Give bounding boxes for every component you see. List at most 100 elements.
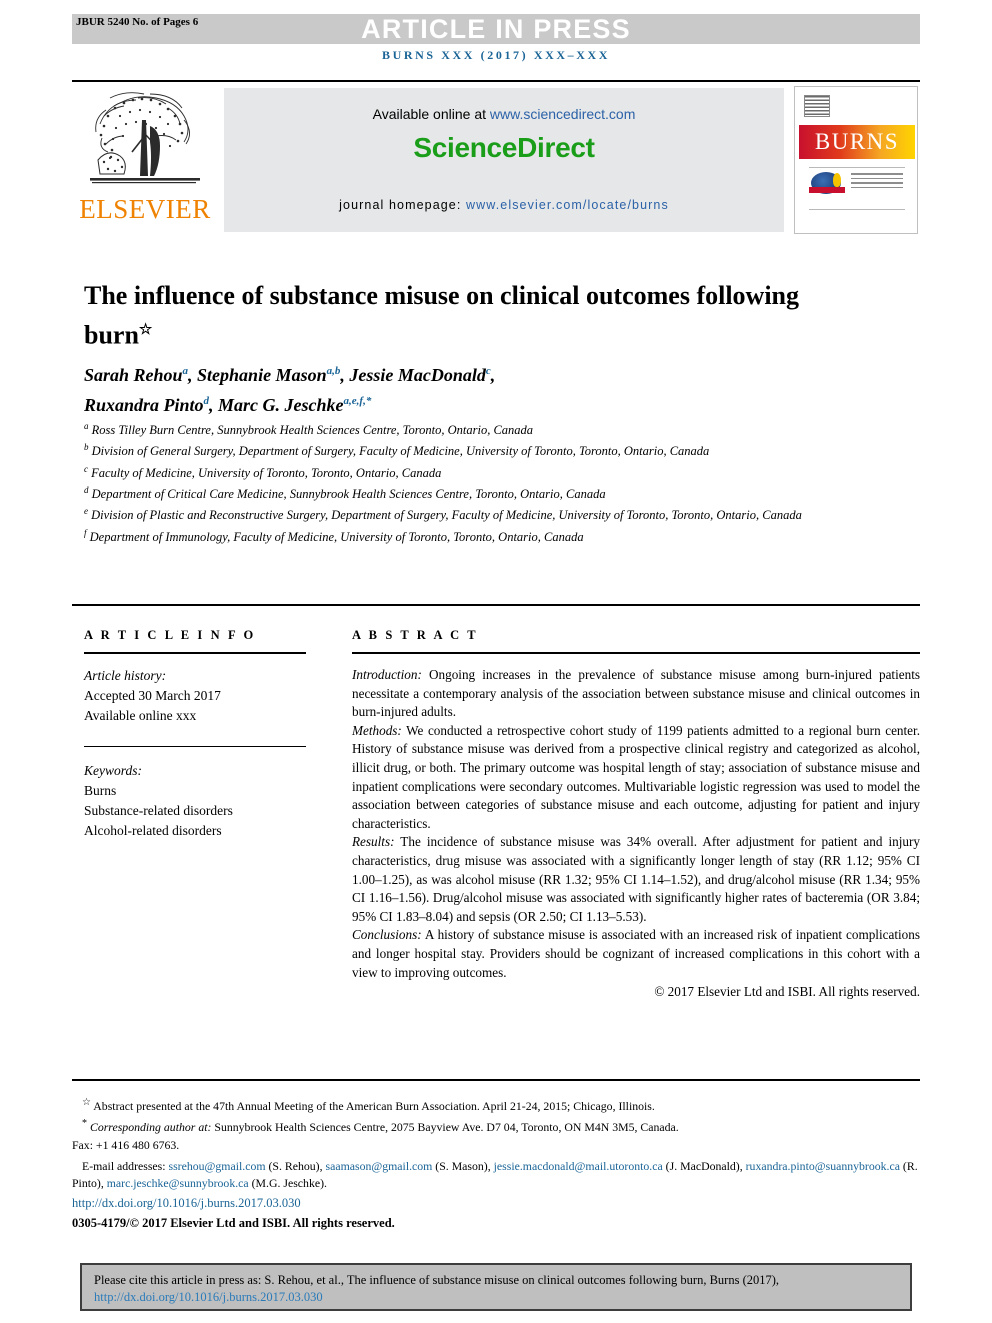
author-separator: ,: [490, 365, 496, 385]
abstract-heading: A B S T R A C T: [352, 628, 479, 642]
affiliation-item: b Division of General Surgery, Departmen…: [84, 439, 874, 460]
fax-line: Fax: +1 416 480 6763.: [72, 1137, 180, 1152]
article-title-text: The influence of substance misuse on cli…: [84, 281, 800, 351]
author-name: Stephanie Mason: [197, 365, 327, 385]
author-separator: ,: [188, 365, 198, 385]
available-online-prefix: Available online at: [372, 106, 490, 122]
manuscript-code: JBUR 5240 No. of Pages 6: [76, 16, 199, 28]
affiliation-text: Ross Tilley Burn Centre, Sunnybrook Heal…: [91, 423, 534, 438]
email-link[interactable]: jessie.macdonald@mail.utoronto.ca: [494, 1159, 663, 1173]
journal-reference-line: BURNS XXX (2017) XXX–XXX: [381, 48, 611, 62]
email-owner: (S. Mason),: [432, 1159, 494, 1173]
accepted-date: Accepted 30 March 2017: [84, 688, 221, 703]
email-link[interactable]: ssrehou@gmail.com: [169, 1159, 266, 1173]
author-separator: ,: [209, 395, 219, 415]
abstract-body: Introduction: Ongoing increases in the p…: [352, 666, 920, 982]
available-online-date: Available online xxx: [84, 708, 197, 723]
journal-cover-thumbnail: BURNS: [794, 86, 918, 234]
abstract-column: A B S T R A C T Introduction: Ongoing in…: [352, 628, 920, 1000]
abstract-heading-rule: [352, 652, 920, 654]
article-info-column: A R T I C L E I N F O Article history: A…: [84, 628, 306, 841]
corresponding-author-text: Sunnybrook Health Sciences Centre, 2075 …: [211, 1120, 679, 1135]
journal-homepage-prefix: journal homepage:: [339, 198, 466, 212]
affiliation-item: a Ross Tilley Burn Centre, Sunnybrook He…: [84, 418, 874, 439]
footnote-marker-asterisk: *: [82, 1118, 87, 1130]
author-affiliation-marker: a,b: [326, 365, 341, 377]
email-addresses-block: E-mail addresses: ssrehou@gmail.com (S. …: [72, 1158, 928, 1193]
affiliation-marker: f: [84, 527, 87, 538]
abstract-section-text: We conducted a retrospective cohort stud…: [352, 722, 920, 831]
article-info-divider: [84, 746, 306, 747]
citation-notice-text: Please cite this article in press as: S.…: [94, 1273, 780, 1287]
abstract-section-label: Results:: [352, 834, 395, 850]
footnote-item-corresponding: * Corresponding author at: Sunnybrook He…: [72, 1115, 928, 1136]
affiliation-text: Department of Immunology, Faculty of Med…: [89, 529, 584, 544]
sciencedirect-link[interactable]: www.sciencedirect.com: [490, 106, 636, 122]
affiliation-text: Department of Critical Care Medicine, Su…: [91, 487, 606, 502]
keywords-block: Keywords: Burns Substance-related disord…: [84, 761, 306, 841]
cover-journal-title: BURNS: [814, 129, 900, 154]
journal-homepage-url[interactable]: www.elsevier.com/locate/burns: [466, 198, 669, 212]
article-info-heading: A R T I C L E I N F O: [84, 628, 256, 642]
author-name: Sarah Rehou: [84, 365, 183, 385]
citation-doi-link[interactable]: http://dx.doi.org/10.1016/j.burns.2017.0…: [94, 1290, 323, 1304]
footnote-divider-rule: [72, 1079, 920, 1081]
footnote-star-text: Abstract presented at the 47th Annual Me…: [93, 1098, 655, 1113]
affiliation-marker: d: [84, 485, 89, 496]
doi-link[interactable]: http://dx.doi.org/10.1016/j.burns.2017.0…: [72, 1196, 301, 1211]
email-link[interactable]: saamason@gmail.com: [326, 1159, 433, 1173]
keywords-label: Keywords:: [84, 763, 142, 778]
masthead: ELSEVIER Available online at www.science…: [72, 84, 920, 236]
email-link[interactable]: ruxandra.pinto@suannybrook.ca: [746, 1159, 900, 1173]
email-owner: (M.G. Jeschke).: [248, 1176, 327, 1191]
email-owner: (S. Rehou),: [265, 1159, 326, 1173]
footnote-marker-star: ☆: [82, 1097, 91, 1108]
cover-stamp-icon: [804, 95, 830, 117]
journal-homepage-line: journal homepage: www.elsevier.com/locat…: [224, 198, 784, 212]
affiliation-marker: e: [84, 506, 88, 517]
corresponding-author-label: Corresponding author at:: [89, 1120, 212, 1135]
author-name: Jessie MacDonald: [349, 365, 486, 385]
article-in-press-label: ARTICLE IN PRESS: [361, 14, 631, 44]
abstract-section: Introduction: Ongoing increases in the p…: [352, 666, 920, 722]
masthead-top-rule: [72, 80, 920, 82]
keyword-item: Substance-related disorders: [84, 803, 233, 818]
affiliation-text: Division of General Surgery, Department …: [91, 444, 710, 459]
cover-title-band: BURNS: [799, 125, 915, 159]
cover-society-text-lines: [851, 173, 903, 193]
abstract-section-label: Methods:: [352, 722, 402, 738]
elsevier-tree-icon: [90, 92, 200, 184]
isbi-flame-icon: [833, 173, 841, 187]
keyword-item: Burns: [84, 783, 117, 798]
elsevier-wordmark: ELSEVIER: [79, 194, 211, 224]
author-entry: Ruxandra Pintod,: [84, 395, 218, 415]
title-footnote-marker: ☆: [138, 322, 153, 339]
abstract-section: Conclusions: A history of substance misu…: [352, 926, 920, 982]
sciencedirect-logo: ScienceDirect: [413, 132, 595, 163]
affiliation-item: e Division of Plastic and Reconstructive…: [84, 503, 874, 524]
abstract-copyright: © 2017 Elsevier Ltd and ISBI. All rights…: [654, 984, 920, 1000]
affiliation-marker: b: [84, 442, 89, 453]
author-entry: Sarah Rehoua,: [84, 365, 197, 385]
article-history-label: Article history:: [84, 668, 167, 683]
article-info-heading-rule: [84, 652, 306, 654]
email-link[interactable]: marc.jeschke@sunnybrook.ca: [107, 1176, 249, 1190]
citation-notice-inner: Please cite this article in press as: S.…: [82, 1265, 910, 1306]
email-addresses-label: E-mail addresses:: [82, 1159, 166, 1173]
author-separator: ,: [340, 365, 350, 385]
affiliation-marker: c: [84, 463, 88, 474]
issn-copyright-line: 0305-4179/© 2017 Elsevier Ltd and ISBI. …: [72, 1216, 395, 1230]
cover-divider-top: [809, 167, 905, 168]
author-entry: Marc G. Jeschkea,e,f,*: [218, 395, 371, 415]
abstract-section: Methods: We conducted a retrospective co…: [352, 722, 920, 834]
sciencedirect-banner: Available online at www.sciencedirect.co…: [224, 88, 784, 232]
footnote-item-star: ☆ Abstract presented at the 47th Annual …: [72, 1094, 928, 1115]
abstract-section-text: Ongoing increases in the prevalence of s…: [352, 667, 920, 720]
article-history-block: Article history: Accepted 30 March 2017 …: [84, 666, 306, 726]
footnote-block: ☆ Abstract presented at the 47th Annual …: [72, 1094, 928, 1154]
author-entry: Jessie MacDonaldc,: [349, 365, 495, 385]
author-list: Sarah Rehoua, Stephanie Masona,b, Jessie…: [84, 358, 844, 418]
keyword-item: Alcohol-related disorders: [84, 823, 222, 838]
abstract-section-top-rule: [72, 604, 920, 606]
author-name: Marc G. Jeschke: [218, 395, 344, 415]
